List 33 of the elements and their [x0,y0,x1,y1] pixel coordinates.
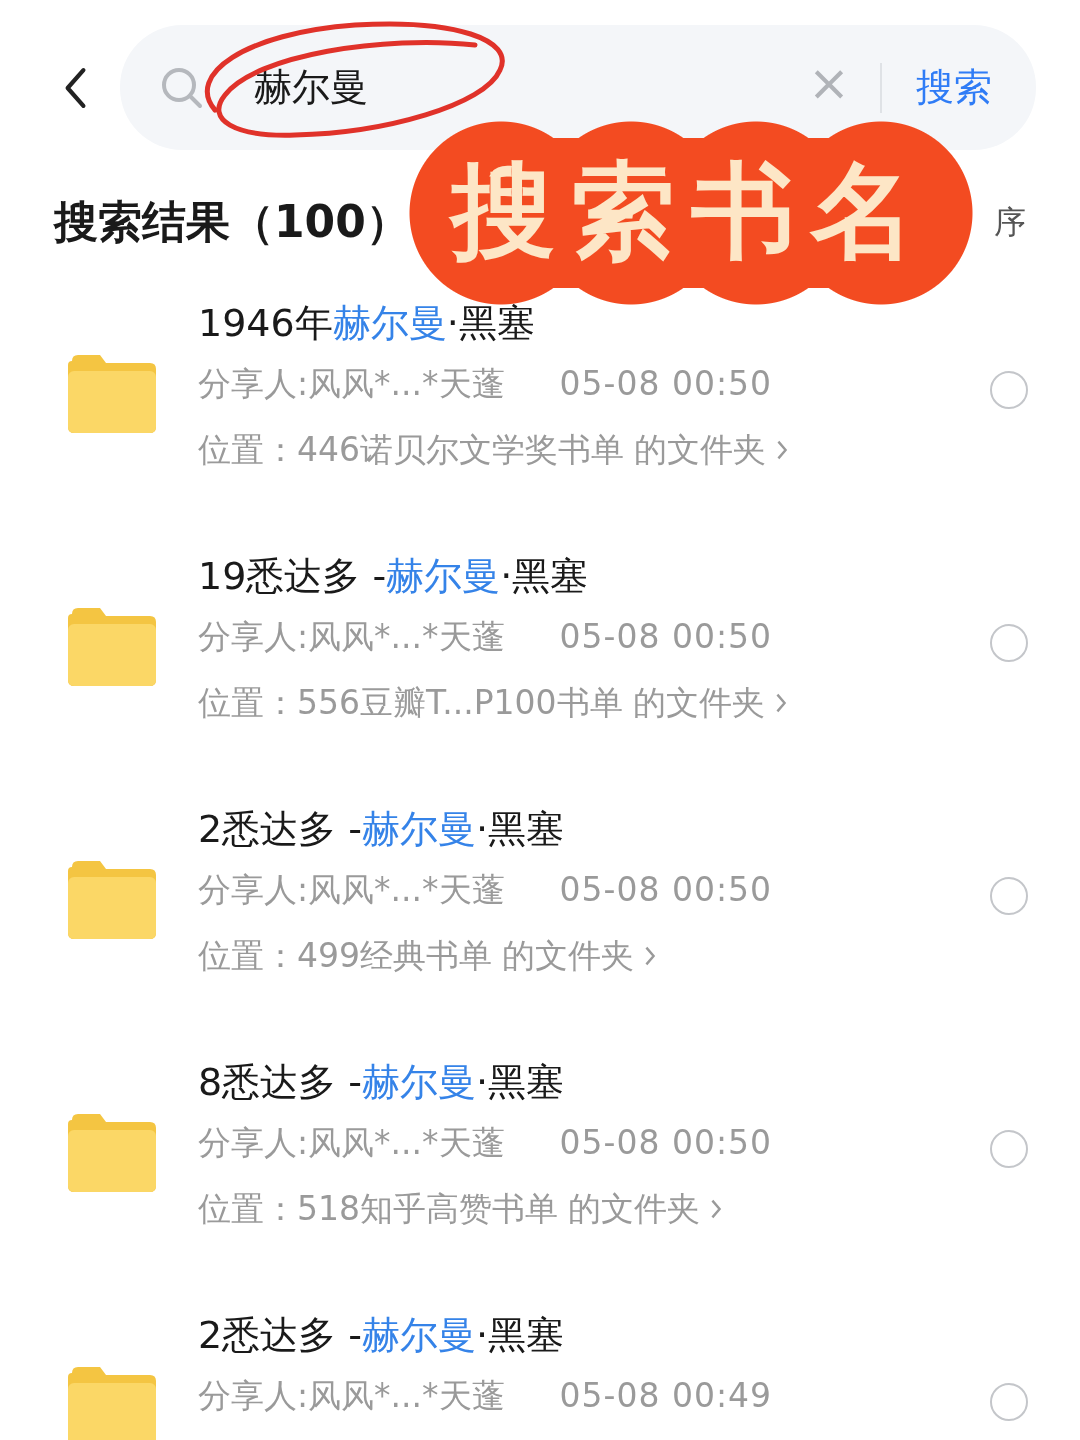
folder-icon [68,353,156,433]
folder-icon [68,606,156,686]
share-time: 05-08 00:49 [559,1375,773,1417]
sharer-text: 分享人:风风*...*天蓬 [198,363,505,405]
search-button[interactable]: 搜索 [916,62,992,113]
search-value: 赫尔曼 [254,64,369,111]
share-time: 05-08 00:50 [559,1122,773,1164]
search-icon [160,65,204,110]
sharer-text: 分享人:风风*...*天蓬 [198,869,505,911]
select-radio[interactable] [990,877,1028,915]
select-radio[interactable] [990,371,1028,409]
chevron-icon [776,439,789,461]
folder-icon [68,1365,156,1440]
chevron-icon [775,692,788,714]
file-title[interactable]: 2悉达多 -赫尔曼·黑塞 [198,1307,990,1363]
share-time: 05-08 00:50 [559,363,773,405]
sharer-text: 分享人:风风*...*天蓬 [198,1375,505,1417]
chevron-icon [644,945,657,967]
file-title[interactable]: 19悉达多 -赫尔曼·黑塞 [198,548,990,604]
select-radio[interactable] [990,1130,1028,1168]
share-time: 05-08 00:50 [559,616,773,658]
search-field[interactable]: 赫尔曼 × 搜索 [120,25,1036,150]
folder-icon [68,1112,156,1192]
chevron-icon [710,1198,723,1220]
sharer-text: 分享人:风风*...*天蓬 [198,1122,505,1164]
share-time: 05-08 00:50 [559,869,773,911]
sharer-text: 分享人:风风*...*天蓬 [198,616,505,658]
select-radio[interactable] [990,1383,1028,1421]
file-title[interactable]: 2悉达多 -赫尔曼·黑塞 [198,801,990,857]
select-radio[interactable] [990,624,1028,662]
sort-button[interactable]: 序 [994,200,1026,245]
folder-icon [68,859,156,939]
file-title[interactable]: 8悉达多 -赫尔曼·黑塞 [198,1054,990,1110]
